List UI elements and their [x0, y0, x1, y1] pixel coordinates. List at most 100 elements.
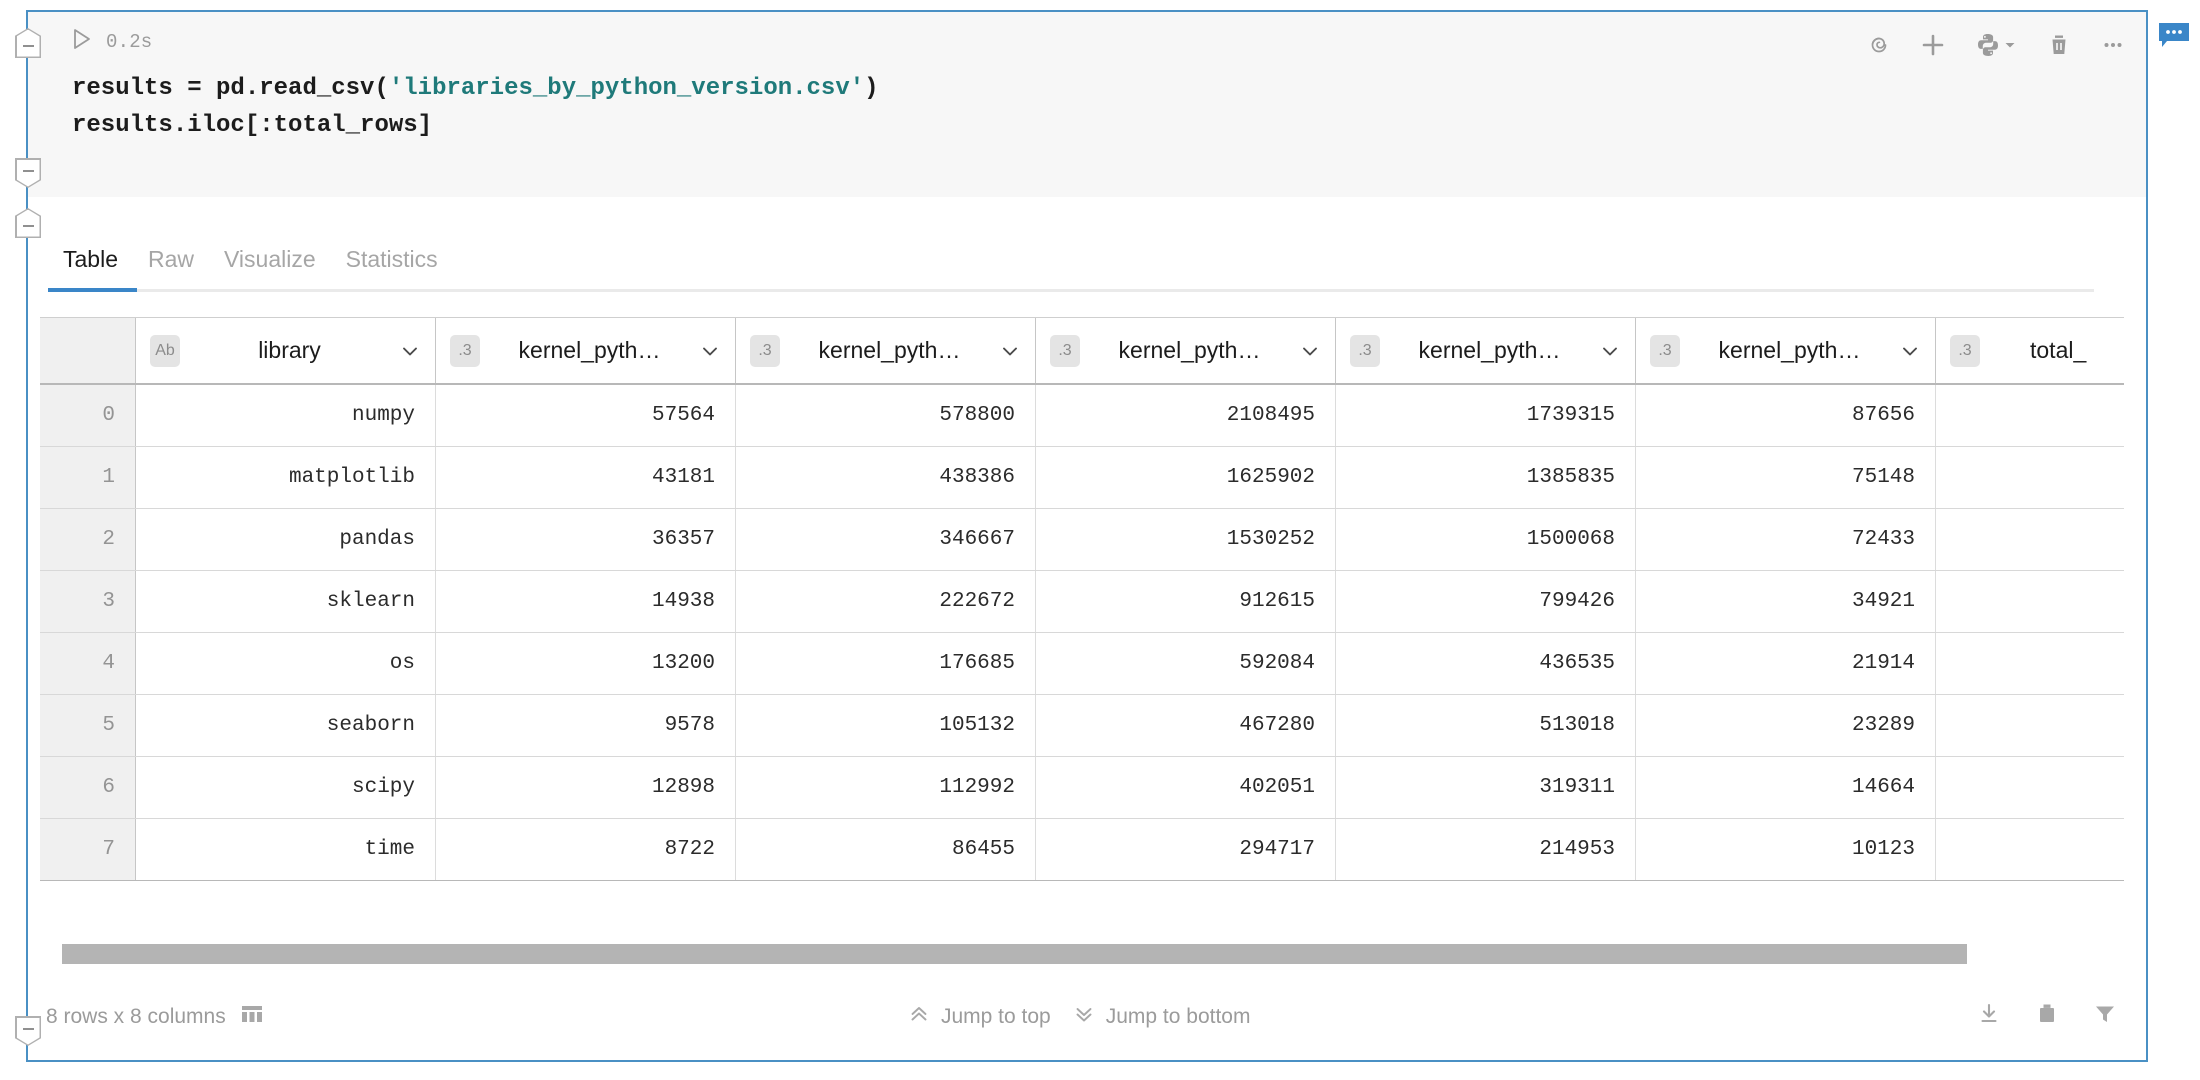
type-badge-float-icon: .3	[1350, 335, 1380, 367]
table-summary-label: 8 rows x 8 columns	[46, 1005, 226, 1029]
table-row[interactable]: 2 pandas 36357 346667 1530252 1500068 72…	[40, 509, 2124, 571]
chevron-double-down-icon	[1073, 1003, 1095, 1031]
column-header-kernel-5[interactable]: .3 kernel_pyth…	[1636, 318, 1936, 383]
column-header-total[interactable]: .3 total_	[1936, 318, 2124, 383]
cell-value: 36357	[436, 509, 736, 570]
tab-statistics[interactable]: Statistics	[331, 246, 453, 289]
table-row[interactable]: 4 os 13200 176685 592084 436535 21914	[40, 633, 2124, 695]
filter-icon[interactable]	[2090, 999, 2120, 1029]
tab-visualize[interactable]: Visualize	[209, 246, 331, 289]
output-view-tabs: Table Raw Visualize Statistics	[48, 227, 453, 289]
table-row[interactable]: 3 sklearn 14938 222672 912615 799426 349…	[40, 571, 2124, 633]
cell-value: 112992	[736, 757, 1036, 818]
jump-to-bottom-button[interactable]: Jump to bottom	[1073, 1003, 1261, 1031]
chevron-down-icon[interactable]	[399, 340, 421, 362]
type-badge-float-icon: .3	[750, 335, 780, 367]
cell-value: 72433	[1636, 509, 1936, 570]
column-header-kernel-4[interactable]: .3 kernel_pyth…	[1336, 318, 1636, 383]
more-options-icon[interactable]	[2096, 28, 2130, 62]
data-table-scroll-region[interactable]: Ab library .3 kernel_pyth…	[40, 317, 2124, 942]
type-badge-text-icon: Ab	[150, 335, 180, 367]
collapse-marker-output[interactable]	[15, 208, 41, 238]
code-line-2: results.iloc[:total_rows]	[72, 112, 432, 139]
spiral-icon[interactable]	[1862, 28, 1896, 62]
code-content[interactable]: results = pd.read_csv('libraries_by_pyth…	[72, 70, 879, 144]
column-header-label: library	[190, 337, 389, 364]
type-badge-float-icon: .3	[1050, 335, 1080, 367]
cell-library: time	[136, 819, 436, 880]
type-badge-float-icon: .3	[450, 335, 480, 367]
delete-icon[interactable]	[2042, 28, 2076, 62]
cell-library: matplotlib	[136, 447, 436, 508]
cell-value: 438386	[736, 447, 1036, 508]
add-icon[interactable]	[1916, 28, 1950, 62]
type-badge-float-icon: .3	[1950, 335, 1980, 367]
cell-value	[1936, 509, 2124, 570]
column-header-kernel-3[interactable]: .3 kernel_pyth…	[1036, 318, 1336, 383]
chevron-down-icon[interactable]	[1299, 340, 1321, 362]
code-line-1-prefix: results = pd.read_csv(	[72, 75, 389, 102]
row-index: 6	[40, 757, 136, 818]
cell-value: 34921	[1636, 571, 1936, 632]
download-icon[interactable]	[1974, 999, 2004, 1029]
jump-to-bottom-label: Jump to bottom	[1106, 1005, 1251, 1029]
cell-value: 402051	[1036, 757, 1336, 818]
column-header-label: kernel_pyth…	[1090, 337, 1289, 364]
row-index: 7	[40, 819, 136, 880]
cell-library: sklearn	[136, 571, 436, 632]
cell-toolbar	[1862, 28, 2130, 62]
code-line-1-suffix: )	[864, 75, 878, 102]
cell-value: 14938	[436, 571, 736, 632]
code-input-area[interactable]: 0.2s results = pd.read_csv('libraries_by…	[28, 12, 2146, 197]
column-header-label: kernel_pyth…	[1390, 337, 1589, 364]
collapse-marker-code-end[interactable]	[15, 158, 41, 188]
horizontal-scrollbar-thumb[interactable]	[62, 944, 1967, 964]
column-header-label: total_	[1990, 337, 2124, 364]
cell-value: 43181	[436, 447, 736, 508]
cell-library: seaborn	[136, 695, 436, 756]
tab-table[interactable]: Table	[48, 246, 133, 289]
cell-value: 13200	[436, 633, 736, 694]
column-header-label: kernel_pyth…	[1690, 337, 1889, 364]
comment-bubble-icon[interactable]	[2158, 22, 2190, 48]
column-header-kernel-2[interactable]: .3 kernel_pyth…	[736, 318, 1036, 383]
jump-to-top-button[interactable]: Jump to top	[908, 1003, 1061, 1031]
code-line-1-string: 'libraries_by_python_version.csv'	[389, 75, 864, 102]
table-row[interactable]: 0 numpy 57564 578800 2108495 1739315 876…	[40, 385, 2124, 447]
column-header-label: kernel_pyth…	[490, 337, 689, 364]
row-index: 5	[40, 695, 136, 756]
cell-value: 23289	[1636, 695, 1936, 756]
cell-library: scipy	[136, 757, 436, 818]
tab-underline-track	[48, 289, 2094, 292]
column-header-kernel-1[interactable]: .3 kernel_pyth…	[436, 318, 736, 383]
copy-clipboard-icon[interactable]	[2032, 999, 2062, 1029]
table-row[interactable]: 1 matplotlib 43181 438386 1625902 138583…	[40, 447, 2124, 509]
cell-library: os	[136, 633, 436, 694]
cell-value: 319311	[1336, 757, 1636, 818]
table-row[interactable]: 5 seaborn 9578 105132 467280 513018 2328…	[40, 695, 2124, 757]
chevron-down-icon[interactable]	[2003, 38, 2017, 52]
table-navigation: Jump to top Jump to bottom	[908, 1003, 1260, 1031]
column-header-library[interactable]: Ab library	[136, 318, 436, 383]
table-row[interactable]: 7 time 8722 86455 294717 214953 10123	[40, 819, 2124, 881]
cell-value: 2108495	[1036, 385, 1336, 446]
row-index: 0	[40, 385, 136, 446]
chevron-down-icon[interactable]	[699, 340, 721, 362]
chevron-down-icon[interactable]	[1599, 340, 1621, 362]
play-triangle-icon[interactable]	[72, 28, 92, 55]
python-kernel-icon[interactable]	[1970, 28, 2022, 62]
chevron-down-icon[interactable]	[1899, 340, 1921, 362]
table-row[interactable]: 6 scipy 12898 112992 402051 319311 14664	[40, 757, 2124, 819]
cell-value: 86455	[736, 819, 1036, 880]
chevron-down-icon[interactable]	[999, 340, 1021, 362]
tab-raw[interactable]: Raw	[133, 246, 209, 289]
table-columns-icon[interactable]	[240, 1003, 264, 1031]
cell-value	[1936, 695, 2124, 756]
cell-value: 1625902	[1036, 447, 1336, 508]
collapse-marker-code[interactable]	[15, 28, 41, 58]
collapse-marker-output-end[interactable]	[15, 1016, 41, 1046]
execution-time-label: 0.2s	[106, 31, 152, 53]
data-table: Ab library .3 kernel_pyth…	[40, 317, 2124, 881]
row-index: 1	[40, 447, 136, 508]
cell-value: 513018	[1336, 695, 1636, 756]
